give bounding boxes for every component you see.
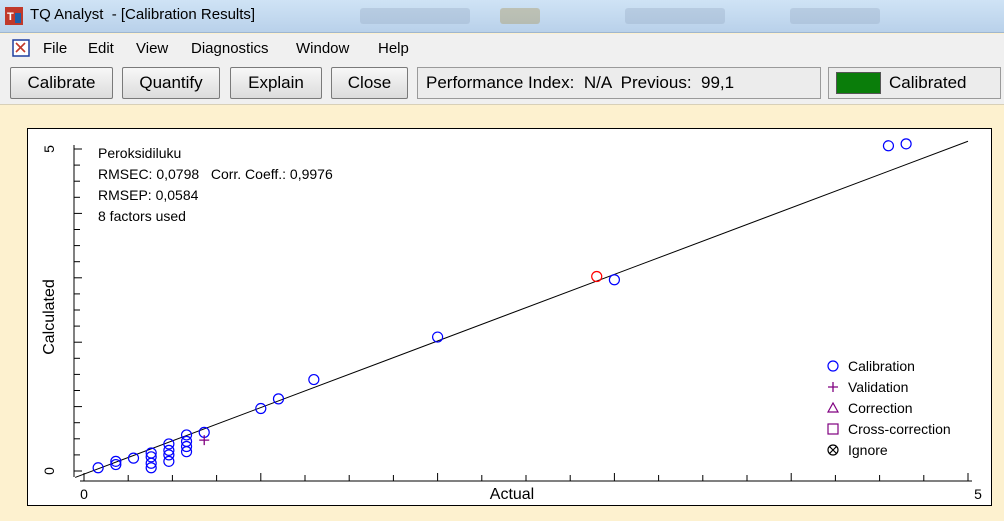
legend-triangle-icon [826,401,840,413]
previous-label: Previous: [620,73,692,92]
explain-button[interactable]: Explain [230,67,322,99]
status-indicator [836,72,881,94]
quantify-button[interactable]: Quantify [122,67,220,99]
calibration-point [308,373,320,386]
x-axis-label: Actual [490,486,534,503]
factors-line: 8 factors used [98,208,186,224]
menu-edit[interactable]: Edit [88,40,114,57]
taskbar-blur-3 [625,8,725,24]
rmsep-line: RMSEP: 0,0584 [98,187,199,203]
menu-view[interactable]: View [136,40,168,57]
plot-legend: Calibration Validation Correction Cross-cor… [826,358,951,458]
title-bar: T TQ Analyst - [Calibration Results] [0,0,1004,33]
menu-diagnostics[interactable]: Diagnostics [191,40,269,57]
regression-line [74,140,969,478]
calibration-status: Calibrated [828,67,1001,99]
taskbar-blur-2 [500,8,540,24]
calibration-point [180,429,193,441]
calibration-point [272,393,285,405]
menu-help[interactable]: Help [378,40,409,57]
y-axis-label: Calculated [41,279,58,355]
y-tick-label: 0 [41,467,57,475]
calibration-point [900,138,912,150]
status-label: Calibrated [889,73,967,92]
menu-window[interactable]: Window [296,40,349,57]
close-button[interactable]: Close [331,67,408,99]
taskbar-blur-4 [790,8,880,24]
calibrate-button[interactable]: Calibrate [10,67,113,99]
component-name: Peroksidiluku [98,145,181,161]
app-name: TQ Analyst [30,6,104,23]
app-icon: T [5,7,23,25]
menu-bar: File Edit View Diagnostics Window Help [0,34,1004,63]
window-title: TQ Analyst - [Calibration Results] [30,6,256,23]
legend-ignore-cross [829,446,837,454]
stats-text: Peroksidiluku RMSEC: 0,0798 Corr. Coeff.… [98,145,333,224]
performance-index-box: Performance Index: N/A Previous: 99,1 [417,67,821,99]
svg-text:T: T [7,11,14,23]
y-tick-label: 5 [41,145,57,153]
calibration-plot[interactable]: 0 5 0 5 Peroksidiluku RMSEC: 0,0798 Corr. C… [27,128,992,506]
x-tick-label: 5 [974,486,982,502]
calibration-point [882,140,895,152]
legend-circle-icon [827,360,839,372]
legend-label: Calibration [848,358,915,374]
menu-file[interactable]: File [43,40,67,57]
legend-label: Correction [848,400,913,416]
performance-label: Performance Index: [426,73,575,92]
highlighted-point [591,270,603,283]
taskbar-blur-1 [360,8,470,24]
document-icon[interactable] [12,39,30,57]
previous-value: 99,1 [701,73,735,92]
legend-label: Ignore [848,442,888,458]
calibration-point [608,274,621,286]
legend-square-icon [827,423,839,435]
x-tick-label: 0 [80,486,88,502]
legend-label: Validation [848,379,908,395]
performance-value: N/A [583,73,612,92]
marks-layer [74,138,969,478]
calibration-point [127,452,140,464]
toolbar: Calibrate Quantify Explain Close Perform… [0,63,1004,105]
plot-canvas: 0 5 0 5 Peroksidiluku RMSEC: 0,0798 Corr. C… [41,138,982,503]
document-title: [Calibration Results] [120,6,256,23]
legend-label: Cross-correction [848,421,951,437]
legend-plus-icon [828,382,838,392]
rmsec-line: RMSEC: 0,0798 Corr. Coeff.: 0,9976 [98,166,333,182]
